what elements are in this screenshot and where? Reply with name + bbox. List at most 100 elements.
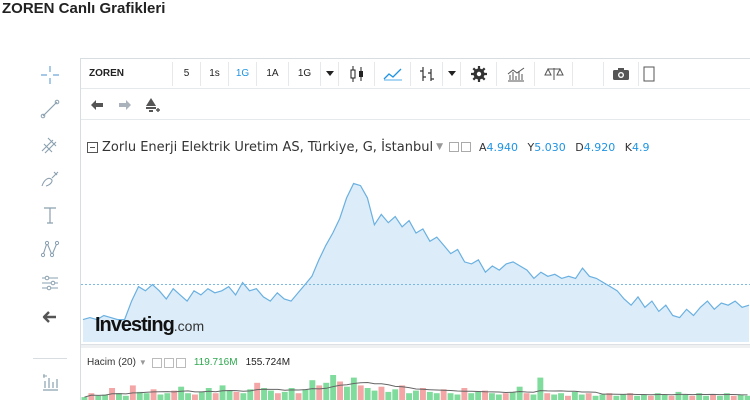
page-title: ZOREN Canlı Grafikleri (2, 0, 166, 17)
volume-bar (634, 395, 640, 400)
chart-legend: Zorlu Enerji Elektrik Uretim AS, Türkiye… (87, 138, 655, 156)
indicator-templates-icon[interactable] (30, 368, 70, 398)
legend-eye-icon[interactable] (449, 142, 460, 152)
volume-bar (468, 393, 475, 400)
volume-bar (399, 385, 406, 400)
legend-settings-icon[interactable] (461, 142, 472, 152)
volume-bar (192, 394, 198, 400)
volume-bar (454, 394, 461, 400)
bars-icon[interactable] (411, 61, 443, 86)
camera-icon[interactable] (603, 61, 639, 86)
ohlc-values: A4.940 Y5.030 D4.920 K4.9 (479, 140, 650, 154)
volume-bar (185, 393, 191, 400)
interval-1g-active[interactable]: 1G (229, 61, 257, 86)
volume-bar (164, 393, 171, 400)
legend-dropdown-icon[interactable]: ▼ (436, 142, 443, 152)
indicators-icon[interactable] (497, 61, 535, 86)
volume-dropdown-icon[interactable]: ▼ (139, 358, 147, 367)
volume-bar (323, 382, 330, 400)
volume-bar (558, 393, 564, 400)
interval-5[interactable]: 5 (173, 61, 201, 86)
volume-bar (620, 394, 627, 400)
pattern-icon[interactable] (30, 234, 70, 264)
volume-legend: Hacim (20) ▼ 119.716M 155.724M (87, 357, 290, 368)
line-chart-icon[interactable] (375, 61, 411, 86)
volume-bar (717, 395, 723, 400)
volume-bar (116, 393, 122, 400)
fullscreen-icon[interactable] (639, 62, 659, 86)
collapse-legend-icon[interactable] (87, 141, 98, 153)
interval-1s[interactable]: 1s (201, 61, 229, 86)
back-arrow-icon[interactable] (30, 302, 70, 332)
volume-bar (641, 394, 647, 400)
volume-bar (212, 393, 219, 400)
text-tool-icon[interactable] (30, 200, 70, 230)
add-alert-icon[interactable] (139, 93, 167, 117)
volume-bar (495, 394, 502, 400)
volume-bar (647, 395, 654, 400)
volume-bar (744, 395, 750, 400)
volume-bar (122, 395, 129, 400)
volume-bar (219, 385, 226, 400)
settings-gear-icon[interactable] (461, 61, 497, 86)
undo-icon[interactable] (83, 93, 111, 117)
pane-separator[interactable] (81, 344, 750, 348)
volume-bar (406, 393, 412, 400)
volume-bar (682, 394, 689, 400)
volume-bar (178, 386, 185, 400)
interval-1g[interactable]: 1G (289, 61, 321, 86)
volume-bar (489, 393, 495, 400)
volume-bar (592, 395, 599, 400)
volume-bar (440, 389, 447, 400)
trend-line-icon[interactable] (30, 94, 70, 124)
volume-bar (295, 393, 302, 400)
volume-bar (344, 386, 350, 400)
volume-ma-value: 155.724M (245, 357, 291, 368)
volume-bar (205, 388, 212, 400)
volume-bar (668, 395, 675, 400)
volume-bar (565, 395, 571, 400)
interval-1a[interactable]: 1A (257, 61, 289, 86)
volume-bar (523, 393, 530, 400)
volume-settings-icon[interactable] (163, 357, 174, 368)
volume-bar (150, 389, 157, 400)
crosshair-icon[interactable] (30, 60, 70, 90)
volume-bar (571, 391, 578, 400)
volume-bar (385, 391, 392, 400)
volume-bar (689, 395, 696, 400)
volume-bar (599, 394, 606, 400)
interval-dropdown-icon[interactable] (321, 61, 339, 86)
brush-icon[interactable] (30, 164, 70, 194)
volume-bar (268, 390, 274, 400)
volume-bar (337, 381, 343, 400)
volume-bar (350, 377, 357, 400)
chart-top-toolbar: ZOREN 5 1s 1G 1A 1G (81, 59, 750, 89)
volume-eye-icon[interactable] (151, 357, 162, 368)
volume-bar (274, 393, 281, 400)
volume-bar (309, 380, 316, 400)
fib-tools-icon[interactable] (30, 130, 70, 160)
volume-bar (378, 386, 385, 400)
symbol-search[interactable]: ZOREN (81, 61, 173, 86)
volume-bar-chart[interactable] (81, 371, 750, 400)
candlestick-icon[interactable] (339, 61, 375, 86)
compare-scale-icon[interactable] (535, 61, 573, 86)
chart-secondary-toolbar (81, 90, 750, 120)
volume-bar (551, 394, 558, 400)
volume-bar (447, 393, 454, 400)
volume-bar (730, 395, 737, 400)
chart-type-dropdown-icon[interactable] (443, 61, 461, 86)
volume-bar (544, 393, 551, 400)
volume-bar (157, 394, 164, 400)
volume-bar (254, 382, 261, 400)
volume-bar (198, 391, 205, 400)
volume-bar (364, 388, 371, 400)
chart-widget[interactable]: ZOREN 5 1s 1G 1A 1G Zorlu Enerji Elektri… (80, 58, 750, 400)
volume-bar (233, 391, 240, 400)
volume-value: 119.716M (193, 357, 238, 368)
volume-bar (537, 377, 544, 400)
volume-bar (316, 385, 323, 400)
measure-icon[interactable] (30, 268, 70, 298)
redo-icon[interactable] (111, 93, 139, 117)
volume-close-icon[interactable] (175, 357, 186, 368)
